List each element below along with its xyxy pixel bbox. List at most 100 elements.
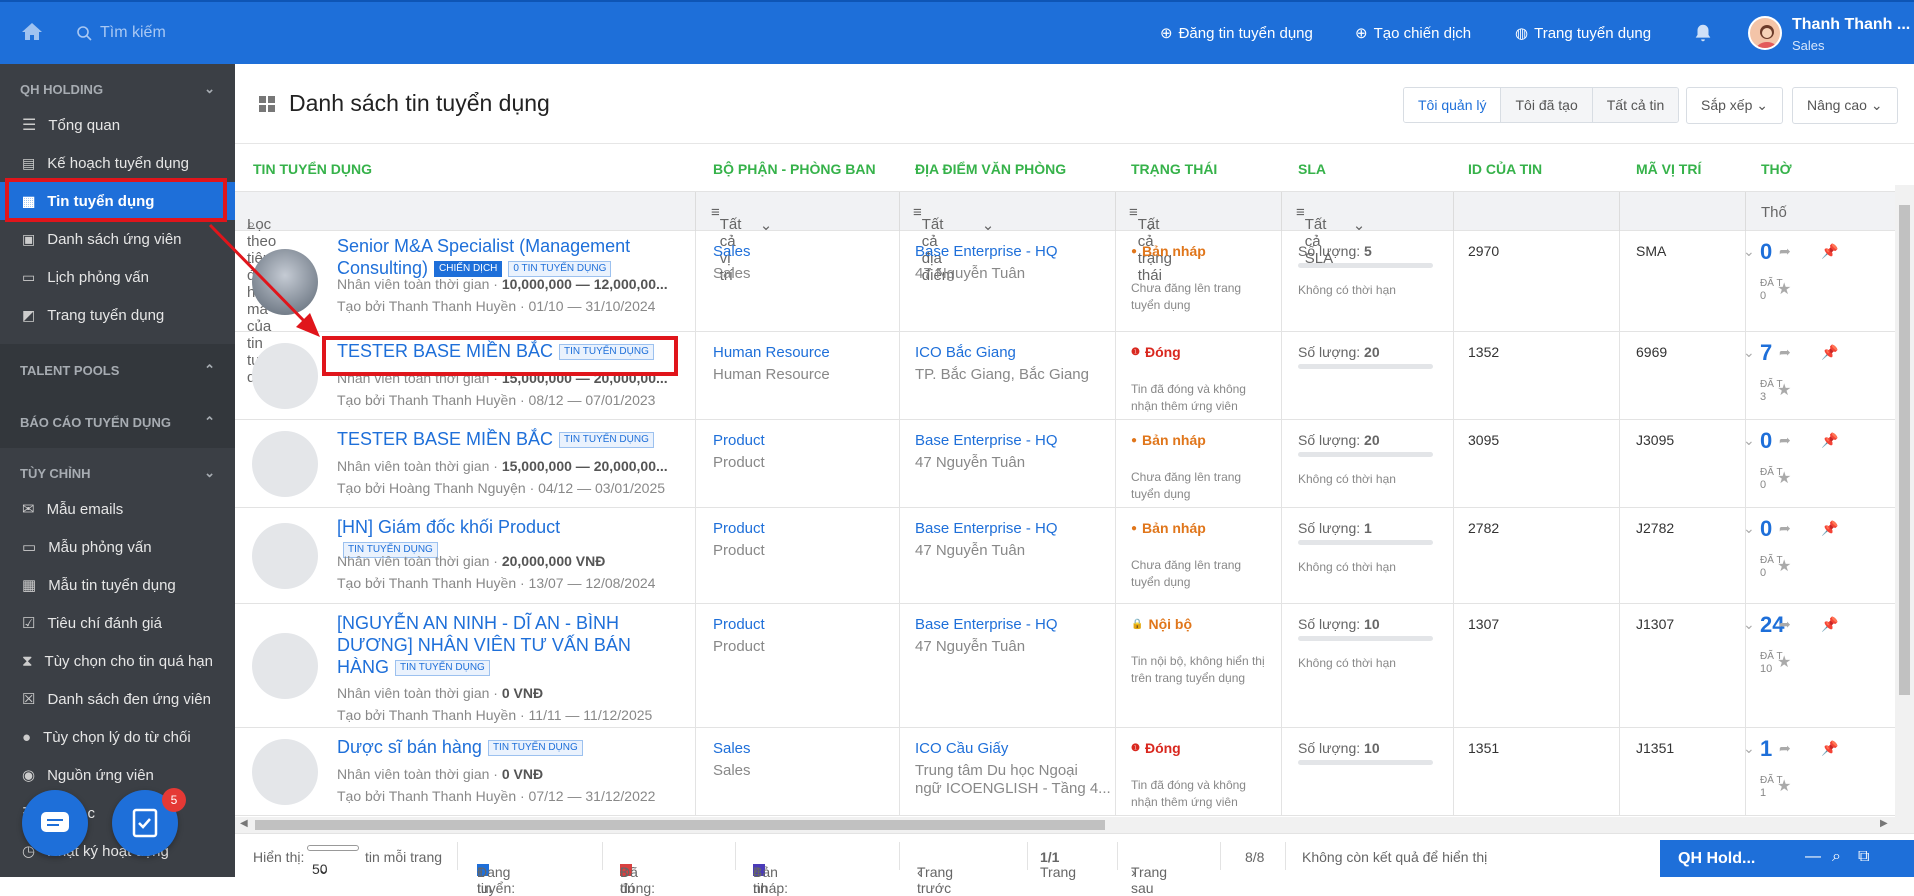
chevron-down-icon[interactable]: ⌄ (1743, 616, 1755, 633)
tab-managed[interactable]: Tôi quản lý (1404, 88, 1502, 122)
tab-created[interactable]: Tôi đã tạo (1501, 88, 1593, 122)
star-icon[interactable]: ★ (1777, 556, 1791, 576)
job-title[interactable]: TESTER BASE MIỀN BẮC (337, 341, 553, 361)
pin-icon[interactable]: 📌 (1821, 243, 1838, 260)
dept-link[interactable]: Product (713, 520, 765, 537)
star-icon[interactable]: ★ (1777, 468, 1791, 488)
scroll-left-icon[interactable]: ◀ (240, 818, 248, 829)
col-location[interactable]: ĐỊA ĐIỂM VĂN PHÒNG (915, 161, 1066, 177)
applicant-count[interactable]: 0 (1760, 428, 1772, 454)
table-row[interactable]: Senior M&A Specialist (Management Consult… (235, 231, 1895, 332)
col-status[interactable]: TRẠNG THÁI (1131, 161, 1217, 177)
sidebar-item-email-templates[interactable]: ✉ Mẫu emails (0, 490, 235, 528)
chevron-down-icon[interactable]: ⌄ (1743, 243, 1755, 260)
col-sla[interactable]: SLA (1298, 161, 1326, 177)
job-title[interactable]: [NGUYỄN AN NINH - DĨ AN - BÌNH (337, 613, 619, 633)
table-row[interactable]: TESTER BASE MIỀN BẮC TIN TUYỂN DỤNG Nhân … (235, 332, 1895, 420)
dept-filter[interactable]: ≡ Tất cả vị trí ⌄ (711, 204, 772, 284)
sidebar-item-sources[interactable]: ◉ Nguồn ứng viên (0, 756, 235, 794)
pin-icon[interactable]: 📌 (1821, 520, 1838, 537)
pin-icon[interactable]: 📌 (1821, 740, 1838, 757)
create-campaign-button[interactable]: ⊕ Tạo chiến dịch (1355, 24, 1471, 43)
col-id[interactable]: ID CỦA TIN (1468, 161, 1542, 177)
home-icon[interactable] (20, 20, 44, 44)
bell-icon[interactable] (1692, 22, 1714, 44)
chevron-down-icon[interactable]: ⌄ (1743, 344, 1755, 361)
chat-widget[interactable]: QH Hold... — ⌕ ⧉ (1660, 840, 1914, 877)
col-dept[interactable]: BỘ PHẬN - PHÒNG BAN (713, 161, 876, 177)
applicant-count[interactable]: 0 (1760, 516, 1772, 542)
share-icon[interactable]: ➦ (1779, 740, 1791, 757)
scroll-thumb[interactable] (255, 820, 1105, 830)
dept-link[interactable]: Product (713, 432, 765, 449)
minimize-icon[interactable]: — (1805, 848, 1821, 866)
col-code[interactable]: MÃ VỊ TRÍ (1636, 161, 1701, 177)
star-icon[interactable]: ★ (1777, 380, 1791, 400)
job-title[interactable]: Dược sĩ bán hàng (337, 737, 482, 757)
user-name[interactable]: Thanh Thanh ... (1792, 16, 1910, 34)
location-link[interactable]: Base Enterprise - HQ (915, 616, 1058, 633)
location-link[interactable]: ICO Cầu Giấy (915, 740, 1008, 757)
dept-link[interactable]: Human Resource (713, 344, 830, 361)
col-extra[interactable]: THỜ (1761, 161, 1792, 177)
job-title-block[interactable]: [NGUYỄN AN NINH - DĨ AN - BÌNH DƯƠNG] NHÂ… (337, 612, 697, 678)
job-title-block[interactable]: Dược sĩ bán hàng TIN TUYỂN DỤNG (337, 736, 697, 758)
applicant-count[interactable]: 0 (1760, 239, 1772, 265)
applicant-count[interactable]: 7 (1760, 340, 1772, 366)
sidebar-item-overview[interactable]: ☰ Tổng quan (0, 106, 235, 144)
sidebar-group-talent-pools[interactable]: TALENT POOLS ⌃ (0, 344, 235, 396)
expand-icon[interactable]: ⧉ (1858, 848, 1869, 866)
job-title[interactable]: Consulting) (337, 258, 428, 278)
pin-icon[interactable]: 📌 (1821, 344, 1838, 361)
share-icon[interactable]: ➦ (1779, 520, 1791, 537)
table-row[interactable]: Dược sĩ bán hàng TIN TUYỂN DỤNG Nhân viên… (235, 728, 1895, 816)
job-title[interactable]: TESTER BASE MIỀN BẮC (337, 429, 553, 449)
sidebar-item-criteria[interactable]: ☑ Tiêu chí đánh giá (0, 604, 235, 642)
sla-filter[interactable]: ≡ Tất cả SLA ⌄ (1296, 204, 1365, 267)
chevron-down-icon[interactable]: ⌄ (1743, 520, 1755, 537)
chat-fab[interactable] (22, 790, 88, 856)
scroll-thumb[interactable] (1899, 205, 1910, 695)
per-page-select[interactable]: 50 ⌄ (307, 845, 359, 877)
job-title[interactable]: [HN] Giám đốc khối Product (337, 517, 560, 537)
sort-button[interactable]: Sắp xếp ⌄ (1686, 87, 1783, 124)
location-filter[interactable]: ≡ Tất cả địa điểm ⌄ (913, 204, 994, 284)
applicant-count[interactable]: 1 (1760, 736, 1772, 762)
table-row[interactable]: [NGUYỄN AN NINH - DĨ AN - BÌNH DƯƠNG] NHÂ… (235, 604, 1895, 728)
post-job-button[interactable]: ⊕ Đăng tin tuyển dụng (1160, 24, 1313, 43)
share-icon[interactable]: ➦ (1779, 243, 1791, 260)
dept-link[interactable]: Product (713, 616, 765, 633)
avatar[interactable] (1748, 16, 1782, 50)
chevron-down-icon[interactable]: ⌄ (1743, 432, 1755, 449)
scroll-right-icon[interactable]: ▶ (1880, 818, 1888, 829)
job-title[interactable]: HÀNG (337, 657, 389, 677)
sidebar-item-blacklist[interactable]: ☒ Danh sách đen ứng viên (0, 680, 235, 718)
career-page-button[interactable]: ◍ Trang tuyển dụng (1515, 24, 1651, 43)
job-title-block[interactable]: TESTER BASE MIỀN BẮC TIN TUYỂN DỤNG (337, 428, 697, 450)
location-link[interactable]: Base Enterprise - HQ (915, 520, 1058, 537)
pin-icon[interactable]: 📌 (1821, 432, 1838, 449)
advanced-button[interactable]: Nâng cao ⌄ (1792, 87, 1898, 124)
chevron-down-icon[interactable]: ⌄ (1743, 740, 1755, 757)
sidebar-item-reject-reasons[interactable]: ● Tùy chọn lý do từ chối (0, 718, 235, 756)
star-icon[interactable]: ★ (1777, 279, 1791, 299)
dept-link[interactable]: Sales (713, 740, 751, 757)
job-title-block[interactable]: Senior M&A Specialist (Management Consult… (337, 235, 697, 279)
share-icon[interactable]: ➦ (1779, 432, 1791, 449)
job-title-block[interactable]: TESTER BASE MIỀN BẮC TIN TUYỂN DỤNG (337, 340, 697, 362)
table-row[interactable]: [HN] Giám đốc khối Product TIN TUYỂN DỤNG… (235, 508, 1895, 604)
share-icon[interactable]: ➦ (1779, 616, 1791, 633)
vertical-scrollbar[interactable] (1895, 185, 1914, 817)
search-input[interactable]: Tìm kiếm (76, 24, 166, 42)
search-icon[interactable]: ⌕ (1832, 848, 1841, 866)
sidebar-group-qh-holding[interactable]: QH HOLDING ⌄ (0, 72, 235, 106)
extra-filter[interactable]: Thố (1761, 204, 1787, 221)
location-link[interactable]: Base Enterprise - HQ (915, 243, 1058, 260)
share-icon[interactable]: ➦ (1779, 344, 1791, 361)
col-job[interactable]: TIN TUYỂN DỤNG (253, 161, 372, 177)
star-icon[interactable]: ★ (1777, 652, 1791, 672)
location-link[interactable]: Base Enterprise - HQ (915, 432, 1058, 449)
horizontal-scrollbar[interactable]: ◀ ▶ (235, 817, 1914, 833)
tab-all[interactable]: Tất cả tin (1592, 88, 1679, 122)
star-icon[interactable]: ★ (1777, 776, 1791, 796)
